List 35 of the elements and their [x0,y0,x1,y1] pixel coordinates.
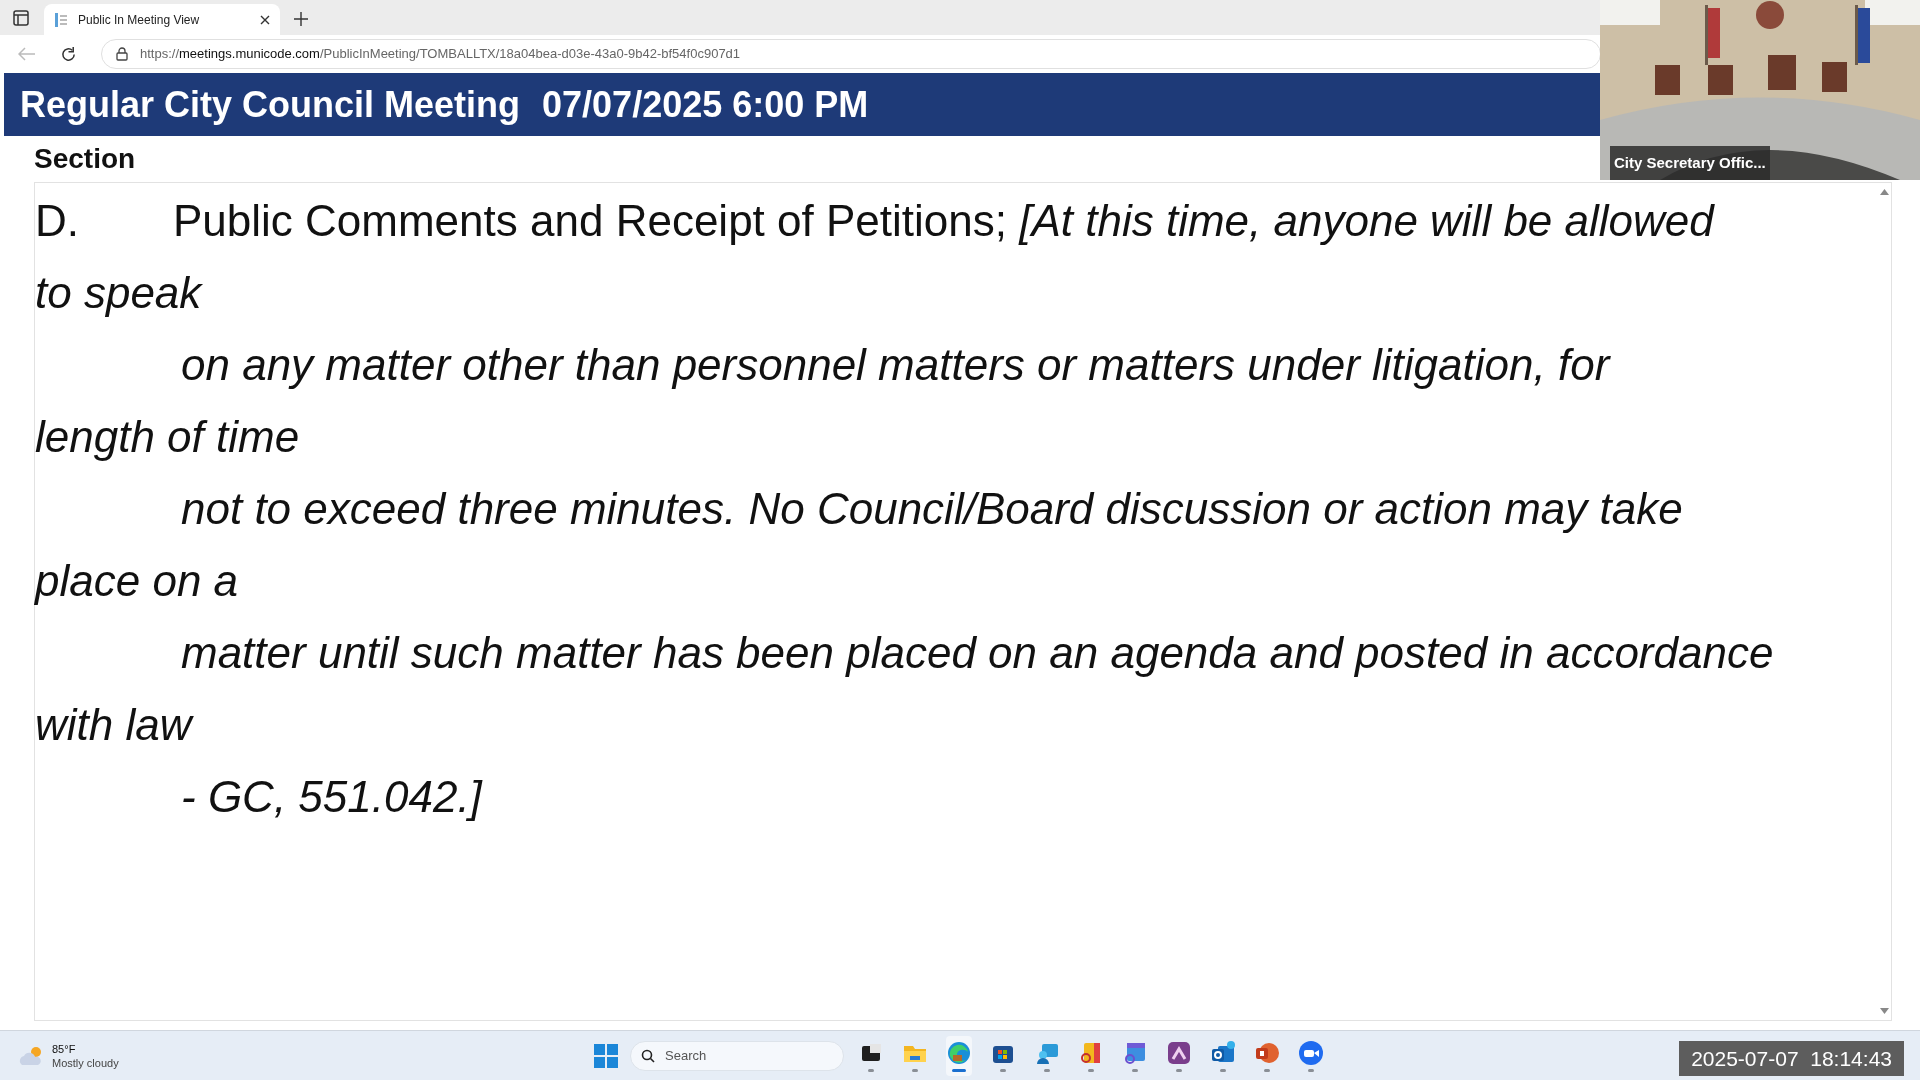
timestamp-overlay: 2025-07-07 18:14:43 [1679,1040,1904,1076]
agenda-text-line: - GC, 551.042.] [181,771,482,823]
scroll-down-icon[interactable] [1879,1008,1889,1014]
address-bar[interactable]: https://meetings.municode.com/PublicInMeeting/TOMBALLTX/18a04bea-d03e-43a0-9b42-bf54f0c907d1 [101,39,1601,69]
agenda-text-line: to speak [35,267,202,319]
close-icon[interactable] [260,14,270,25]
section-label: Section [34,142,136,176]
weather-temperature: 85°F [52,1041,77,1056]
browser-icon [946,1039,972,1066]
agenda-text-line: with law [35,699,192,751]
browser-tab[interactable]: Public In Meeting View [44,4,280,35]
search-field[interactable]: Search [665,1041,835,1070]
app-icon [1166,1039,1192,1066]
reload-icon[interactable] [60,45,77,63]
agenda-text-line: D. Public Comments and Receipt of Petitions; [At this time, anyone will be allowed [35,195,1714,247]
search-icon [641,1048,655,1063]
agenda-text-line: not to exceed three minutes. No Council/Board discussion or action may take [181,483,1683,535]
weather-condition: Mostly cloudy [52,1055,119,1070]
page-icon [54,11,68,28]
agenda-text-line: place on a [35,555,239,607]
video-caption: City Secretary Offic... [1610,145,1770,180]
agenda-text-line: length of time [35,411,300,463]
lock-icon [116,47,128,61]
url-text: https://meetings.municode.com/PublicInMeeting/TOMBALLTX/18a04bea-d03e-43a0-9b42-bf54f0c907d1 [140,45,741,64]
agenda-text-line: matter until such matter has been placed on an agenda and posted in accordance [181,627,1774,679]
agenda-text-line: on any matter other than personnel matters or matters under litigation, for [181,339,1610,391]
video-app-icon [1298,1039,1324,1066]
new-tab-icon[interactable] [294,12,308,26]
tab-actions-icon[interactable] [12,9,30,27]
meeting-date-time: 07/07/2025 6:00 PM [542,82,869,127]
scroll-up-icon[interactable] [1879,189,1889,195]
windows-start-icon[interactable] [594,1043,618,1068]
search-box[interactable]: Search [630,1040,844,1071]
tab-title: Public In Meeting View [78,11,201,29]
meeting-title: Regular City Council Meeting [20,82,521,127]
